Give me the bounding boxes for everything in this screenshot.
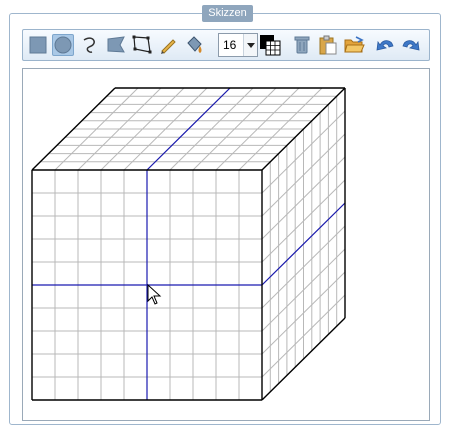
undo-button[interactable]: [374, 34, 396, 56]
color-grid-button[interactable]: [259, 34, 281, 56]
open-folder-icon: [344, 36, 365, 53]
curve-icon: [83, 37, 95, 53]
freeform-icon: [132, 35, 152, 54]
size-value: 16: [223, 38, 237, 52]
redo-icon: [402, 40, 420, 51]
grid-color-icon: [260, 35, 281, 56]
redo-button[interactable]: [400, 34, 422, 56]
polygon-icon: [107, 36, 125, 53]
paint-bucket-icon: [187, 36, 202, 53]
open-button[interactable]: [343, 34, 365, 56]
sketch-toolbar: 16: [22, 29, 430, 61]
freeform-tool-button[interactable]: [131, 34, 153, 56]
undo-icon: [376, 40, 394, 51]
fill-tool-button[interactable]: [183, 34, 205, 56]
mouse-cursor-icon: [147, 283, 162, 305]
trash-icon: [294, 36, 310, 54]
paste-button[interactable]: [317, 34, 339, 56]
clipboard-icon: [319, 35, 337, 55]
pen-tool-button[interactable]: [157, 34, 179, 56]
size-select[interactable]: 16: [218, 33, 258, 57]
polygon-tool-button[interactable]: [105, 34, 127, 56]
cube-sketch: [31, 87, 346, 401]
curve-tool-button[interactable]: [79, 34, 101, 56]
rectangle-tool-button[interactable]: [27, 34, 49, 56]
panel-title: Skizzen: [202, 5, 253, 22]
circle-icon: [54, 36, 72, 54]
pencil-icon: [161, 39, 176, 54]
sketch-canvas[interactable]: [22, 68, 430, 421]
chevron-down-icon[interactable]: [243, 34, 257, 56]
delete-button[interactable]: [291, 34, 313, 56]
ellipse-tool-button[interactable]: [52, 34, 74, 56]
square-icon: [29, 36, 47, 54]
